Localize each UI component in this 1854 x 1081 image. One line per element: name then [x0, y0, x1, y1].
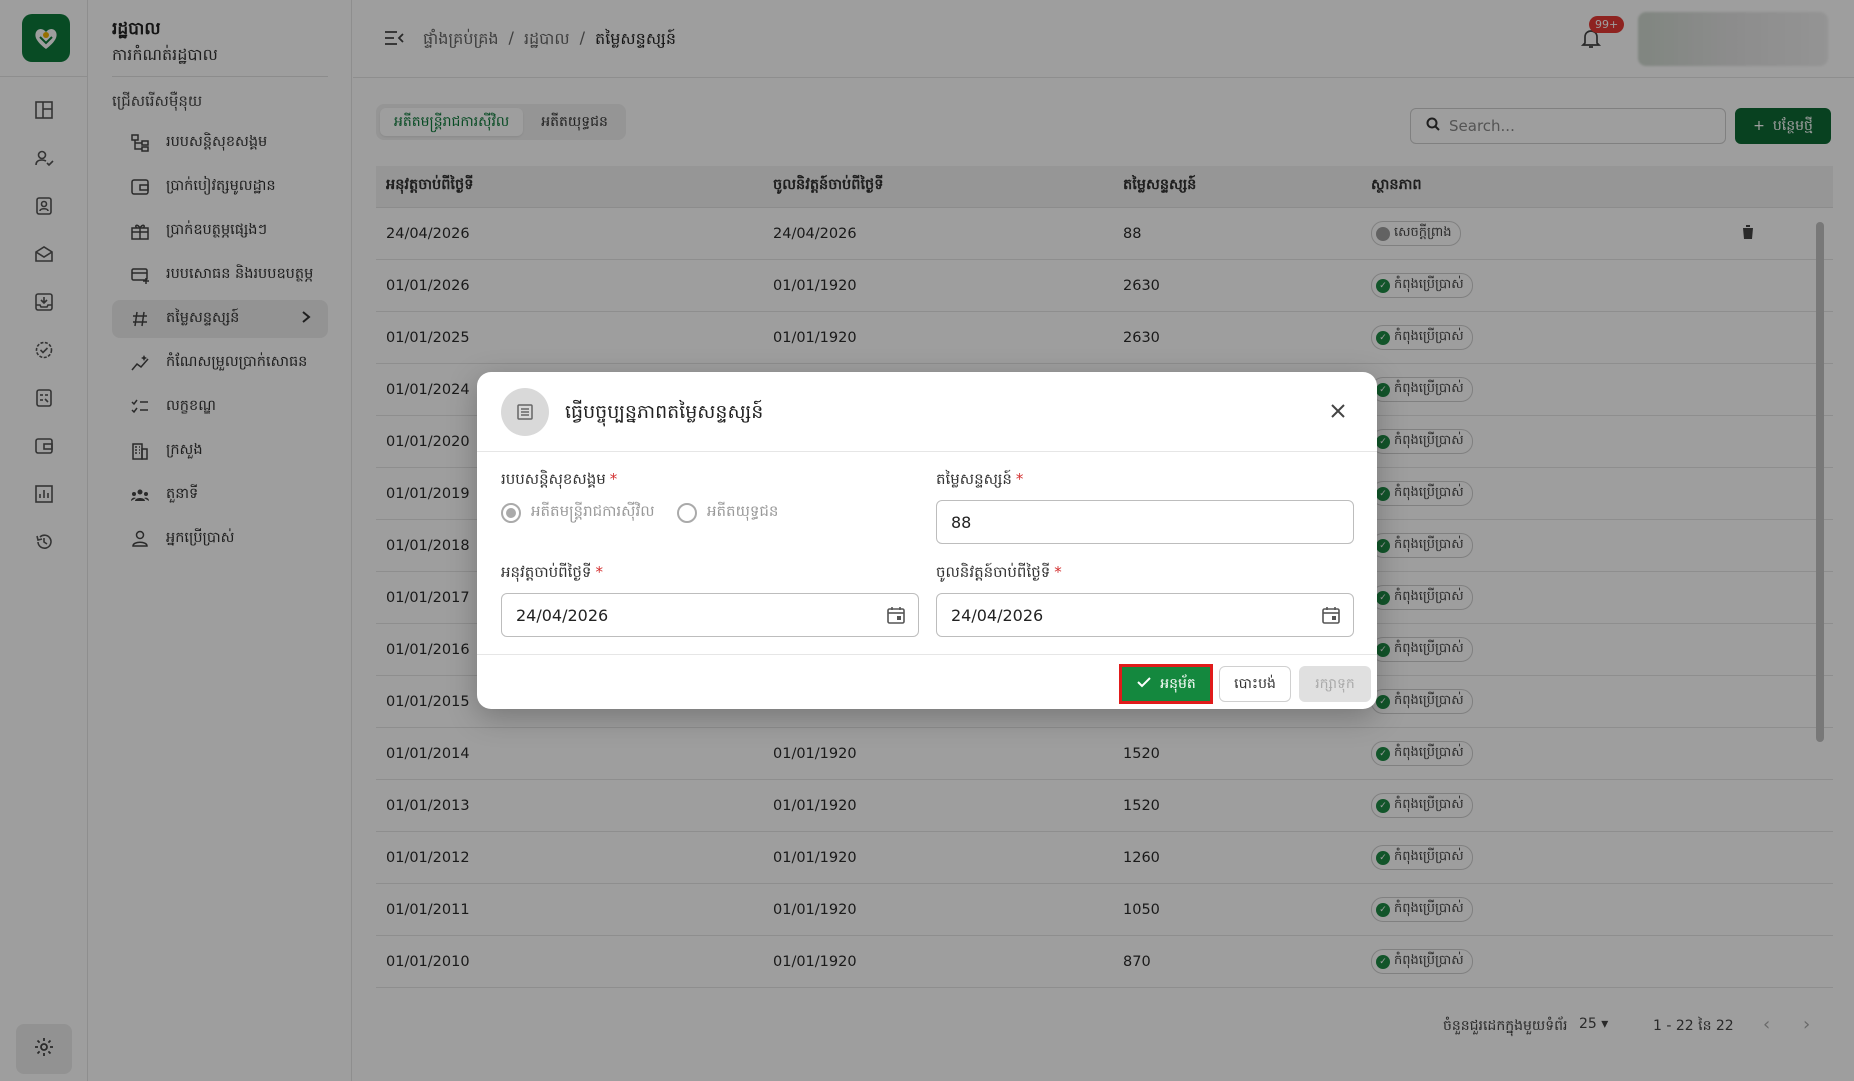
retired-date-value: 24/04/2026: [951, 605, 1044, 625]
required-mark: *: [595, 563, 603, 581]
index-label: តម្លៃសន្ទស្សន៍ *: [936, 470, 1023, 492]
retired-label-text: ចូលនិវត្តន៍ចាប់ពីថ្ងៃទី: [936, 563, 1051, 581]
radio-veterans[interactable]: អតីតយុទ្ធជន: [677, 502, 778, 524]
radio-circle-selected: [501, 503, 521, 523]
dialog-header: ធ្វើបច្ចុប្បន្នភាពតម្លៃសន្ទស្សន៍: [477, 372, 1377, 452]
index-value: 88: [951, 512, 972, 532]
radio-label: អតីតយុទ្ធជន: [707, 502, 779, 520]
save-button[interactable]: រក្សាទុក: [1299, 666, 1371, 702]
index-value-input[interactable]: 88: [936, 500, 1354, 544]
dialog-footer-divider: [477, 654, 1377, 655]
close-icon[interactable]: [1325, 398, 1351, 424]
applied-date-input[interactable]: 24/04/2026: [501, 593, 919, 637]
index-label-text: តម្លៃសន្ទស្សន៍: [936, 470, 1012, 488]
radio-circle: [677, 503, 697, 523]
cancel-button[interactable]: បោះបង់: [1219, 666, 1291, 702]
applied-date-value: 24/04/2026: [516, 605, 609, 625]
document-icon: [501, 388, 549, 436]
update-index-dialog: ធ្វើបច្ចុប្បន្នភាពតម្លៃសន្ទស្សន៍ របបសន្ត…: [477, 372, 1377, 709]
scheme-label: របបសន្តិសុខសង្គម *: [501, 470, 617, 492]
required-mark: *: [1015, 470, 1024, 488]
required-mark: *: [609, 470, 618, 488]
calendar-icon[interactable]: [1321, 605, 1341, 625]
check-icon: [1136, 675, 1152, 693]
required-mark: *: [1054, 563, 1062, 581]
radio-label: អតីតមន្ត្រីរាជការស៊ីវិល: [531, 502, 655, 520]
scheme-label-text: របបសន្តិសុខសង្គម: [501, 470, 606, 488]
approve-button[interactable]: អនុម័ត: [1119, 664, 1213, 704]
dialog-title: ធ្វើបច្ចុប្បន្នភាពតម្លៃសន្ទស្សន៍: [565, 401, 764, 423]
calendar-icon[interactable]: [886, 605, 906, 625]
applied-date-label: អនុវត្តចាប់ពីថ្ងៃទី *: [501, 563, 603, 585]
retired-date-label: ចូលនិវត្តន៍ចាប់ពីថ្ងៃទី *: [936, 563, 1062, 585]
retired-date-input[interactable]: 24/04/2026: [936, 593, 1354, 637]
applied-label-text: អនុវត្តចាប់ពីថ្ងៃទី: [501, 563, 592, 581]
radio-civil-servants[interactable]: អតីតមន្ត្រីរាជការស៊ីវិល: [501, 502, 655, 524]
approve-label: អនុម័ត: [1160, 675, 1196, 692]
